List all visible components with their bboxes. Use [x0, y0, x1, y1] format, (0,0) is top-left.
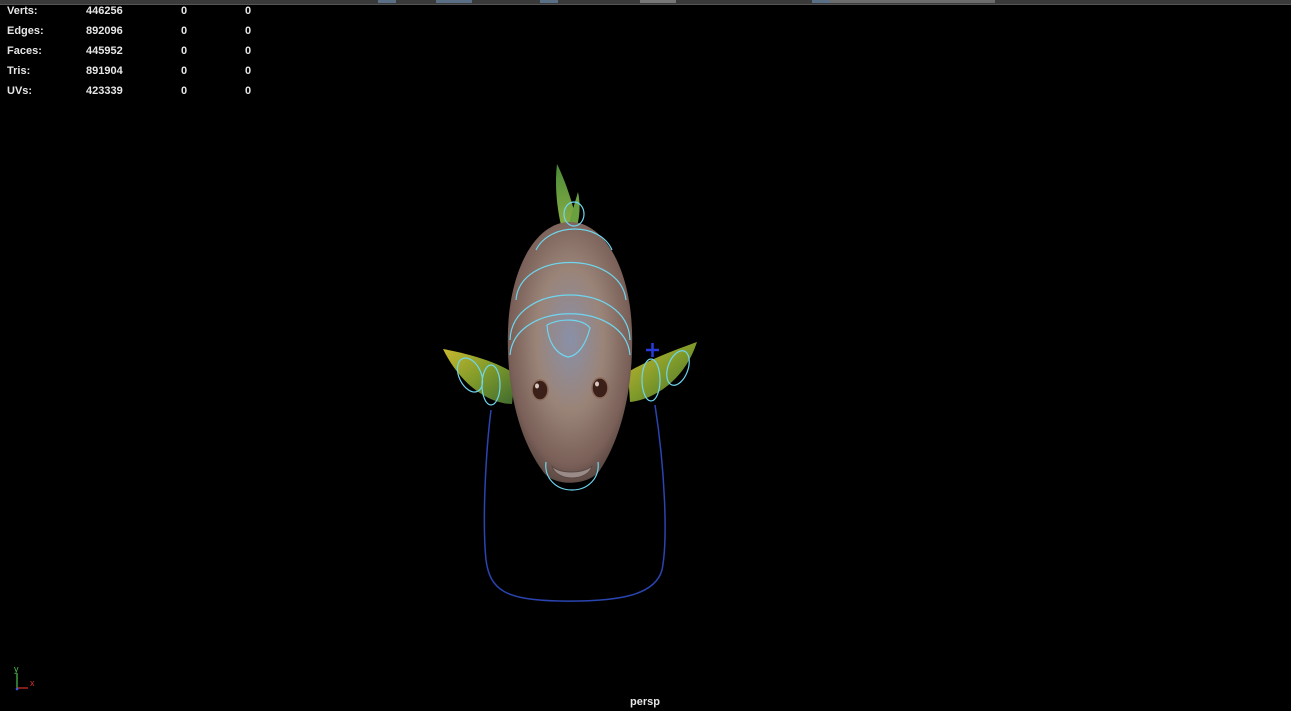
camera-name-label: persp [630, 696, 660, 708]
axis-y-label: y [14, 664, 19, 674]
z-axis-dot [15, 687, 19, 691]
left-eye-highlight [535, 383, 539, 389]
right-eye-highlight [595, 381, 599, 387]
fish-body[interactable] [507, 222, 633, 483]
axis-x-label: x [30, 678, 35, 688]
view-axis-gizmo: y x [14, 664, 35, 691]
left-pectoral-fin[interactable] [443, 349, 515, 404]
fish-model-scene[interactable] [0, 0, 1291, 711]
3d-viewport[interactable]: Verts: 446256 0 0 Edges: 892096 0 0 Face… [0, 0, 1291, 711]
left-eye [531, 379, 549, 401]
right-eye [591, 377, 609, 399]
pivot-cross-icon[interactable] [646, 343, 659, 357]
